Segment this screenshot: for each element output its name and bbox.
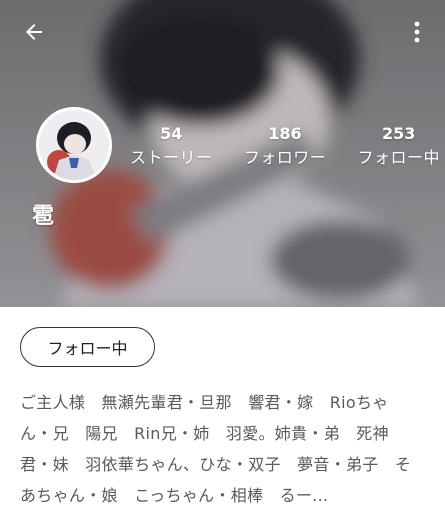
profile-stats: 54 ストーリー 186 フォロワー 253 フォロー中: [130, 124, 440, 170]
more-options-button[interactable]: [403, 14, 431, 50]
stat-value: 186: [268, 124, 302, 143]
back-button[interactable]: [16, 14, 52, 50]
stat-value: 253: [382, 124, 416, 143]
stat-label: フォロワー: [243, 148, 327, 167]
following-count[interactable]: 253 フォロー中: [357, 124, 440, 170]
profile-avatar[interactable]: [36, 107, 112, 183]
stat-label: ストーリー: [130, 148, 213, 167]
more-vertical-icon: [414, 21, 420, 43]
profile-bio: ご主人様 無瀬先輩君・旦那 響君・嫁 Rioちゃん・兄 陽兄 Rin兄・姉 羽愛…: [20, 393, 412, 505]
arrow-left-icon: [26, 24, 42, 40]
stat-label: フォロー中: [357, 148, 440, 167]
stories-count[interactable]: 54 ストーリー: [130, 124, 213, 170]
profile-username: 雹: [32, 204, 55, 229]
following-button[interactable]: フォロー中: [20, 327, 155, 367]
followers-count[interactable]: 186 フォロワー: [244, 124, 327, 170]
profile-details: フォロー中 ご主人様 無瀬先輩君・旦那 響君・嫁 Rioちゃん・兄 陽兄 Rin…: [0, 307, 445, 512]
stat-value: 54: [160, 124, 183, 143]
